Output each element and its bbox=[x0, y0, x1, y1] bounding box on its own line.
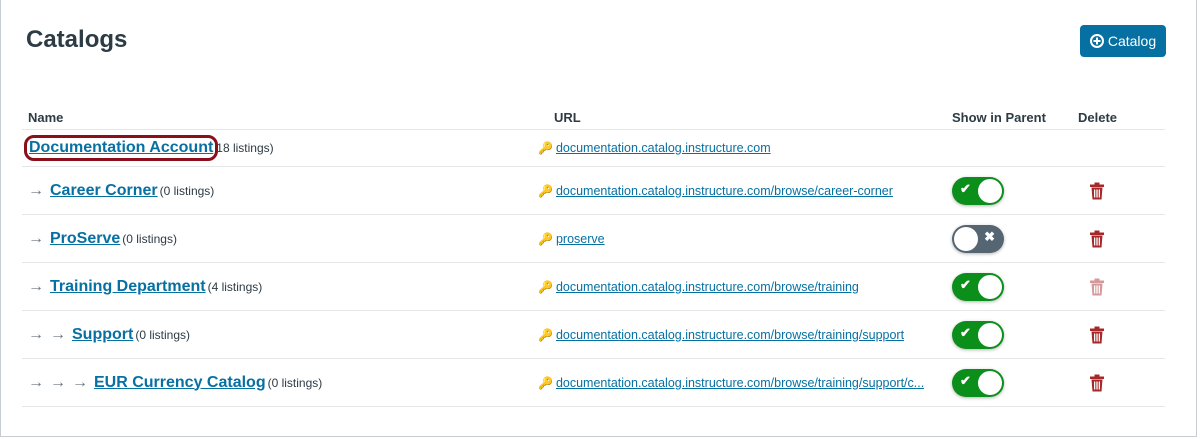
show-in-parent-toggle[interactable]: ✔ bbox=[952, 176, 1004, 205]
table-row: → → Support (0 listings) 🔑 documentation.cata… bbox=[22, 311, 1165, 359]
catalog-url-link[interactable]: documentation.catalog.instructure.com/br… bbox=[556, 184, 893, 198]
table-row: Documentation Account 18 listings) 🔑 docume… bbox=[22, 130, 1165, 167]
catalog-name-link[interactable]: Support bbox=[72, 326, 133, 344]
check-icon: ✔ bbox=[960, 180, 971, 196]
table-row: → → → EUR Currency Catalog (0 listings) 🔑 docu… bbox=[22, 359, 1165, 407]
table-row: → ProServe (0 listings) 🔑 proserve ✖ bbox=[22, 215, 1165, 263]
column-name: Name bbox=[28, 110, 64, 125]
listing-count: (0 listings) bbox=[122, 231, 177, 246]
listing-count: (0 listings) bbox=[267, 375, 323, 390]
trash-icon[interactable] bbox=[1090, 374, 1104, 391]
trash-icon[interactable] bbox=[1090, 182, 1104, 199]
catalog-name-link[interactable]: Documentation Account bbox=[23, 135, 219, 161]
catalog-url-link[interactable]: documentation.catalog.instructure.com bbox=[556, 141, 771, 155]
catalog-url-link[interactable]: documentation.catalog.instructure.com/br… bbox=[556, 376, 924, 390]
check-icon: ✔ bbox=[960, 276, 971, 292]
catalog-url-link[interactable]: documentation.catalog.instructure.com/br… bbox=[556, 328, 904, 342]
arrow-right-icon: → bbox=[28, 181, 44, 199]
trash-icon bbox=[1090, 278, 1104, 295]
check-icon: ✔ bbox=[960, 372, 971, 388]
key-icon: 🔑 bbox=[538, 327, 553, 342]
catalog-name-link[interactable]: Training Department bbox=[50, 278, 206, 296]
plus-circle-icon bbox=[1089, 34, 1104, 48]
table-header: Name URL Show in Parent Delete bbox=[22, 104, 1165, 130]
x-icon: ✖ bbox=[984, 228, 995, 244]
catalog-name-link[interactable]: ProServe bbox=[50, 230, 120, 248]
key-icon: 🔑 bbox=[538, 279, 553, 294]
listing-count: 18 listings) bbox=[216, 141, 274, 155]
listing-count: (0 listings) bbox=[135, 327, 191, 342]
column-url: URL bbox=[554, 110, 581, 125]
show-in-parent-toggle[interactable]: ✔ bbox=[952, 368, 1004, 397]
trash-icon[interactable] bbox=[1090, 230, 1104, 247]
show-in-parent-toggle[interactable]: ✔ bbox=[952, 320, 1004, 349]
catalog-url-link[interactable]: documentation.catalog.instructure.com/br… bbox=[556, 280, 859, 294]
page-title: Catalogs bbox=[26, 26, 128, 53]
key-icon: 🔑 bbox=[538, 375, 553, 390]
arrow-right-icon: → bbox=[28, 277, 44, 295]
arrow-right-icon: → bbox=[72, 373, 88, 391]
arrow-right-icon: → bbox=[28, 229, 44, 247]
listing-count: (0 listings) bbox=[159, 183, 215, 198]
add-catalog-label: Catalog bbox=[1107, 33, 1157, 49]
add-catalog-button[interactable]: Catalog bbox=[1080, 25, 1166, 57]
table-row: → Career Corner (0 listings) 🔑 documentation… bbox=[22, 167, 1165, 215]
arrow-right-icon: → bbox=[50, 373, 66, 391]
catalogs-table: Name URL Show in Parent Delete Documenta… bbox=[22, 104, 1165, 407]
arrow-right-icon: → bbox=[50, 325, 66, 343]
show-in-parent-toggle[interactable]: ✔ bbox=[952, 272, 1004, 301]
catalog-url-link[interactable]: proserve bbox=[556, 232, 605, 246]
listing-count: (4 listings) bbox=[207, 279, 263, 294]
check-icon: ✔ bbox=[960, 324, 971, 340]
catalog-name-link[interactable]: Career Corner bbox=[50, 182, 158, 200]
trash-icon[interactable] bbox=[1090, 326, 1104, 343]
key-icon: 🔑 bbox=[538, 141, 553, 155]
table-row: → Training Department (4 listings) 🔑 documen… bbox=[22, 263, 1165, 311]
column-show-in-parent: Show in Parent bbox=[952, 110, 1046, 125]
column-delete: Delete bbox=[1078, 110, 1118, 125]
key-icon: 🔑 bbox=[538, 231, 553, 246]
key-icon: 🔑 bbox=[538, 183, 553, 198]
show-in-parent-toggle[interactable]: ✖ bbox=[952, 224, 1004, 253]
arrow-right-icon: → bbox=[28, 325, 44, 343]
catalog-name-link[interactable]: EUR Currency Catalog bbox=[94, 374, 266, 392]
arrow-right-icon: → bbox=[28, 373, 44, 391]
